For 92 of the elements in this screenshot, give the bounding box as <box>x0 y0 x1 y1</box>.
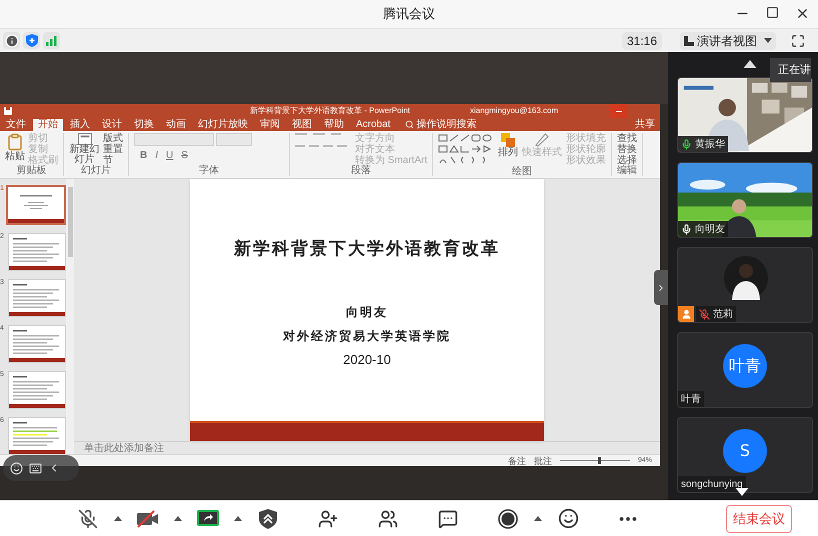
font-name-field[interactable] <box>134 133 214 146</box>
pen-icon <box>535 133 550 147</box>
share-screen-icon[interactable] <box>197 510 219 528</box>
save-icon[interactable] <box>4 107 12 115</box>
format-toggle[interactable]: S <box>181 150 188 161</box>
ribbon-tab[interactable]: 幻灯片放映 <box>193 118 253 130</box>
ribbon-tab[interactable]: 视图 <box>287 118 317 130</box>
tell-me-field[interactable]: 操作说明搜索 <box>416 118 476 130</box>
camera-off-icon[interactable] <box>136 510 160 528</box>
avatar: 叶青 <box>723 344 767 388</box>
ribbon-tab[interactable]: 动画 <box>161 118 191 130</box>
ribbon-command[interactable]: 替换 <box>617 144 638 155</box>
participant-name: 叶青 <box>681 392 701 406</box>
meeting-timer: 31:16 <box>622 32 662 50</box>
ribbon-tab[interactable]: 审阅 <box>255 118 285 130</box>
share-button[interactable]: 共享 <box>635 118 655 130</box>
end-meeting-button[interactable]: 结束会议 <box>726 504 792 532</box>
list-options-icon <box>295 133 347 147</box>
scrollbar-thumb[interactable] <box>68 187 72 257</box>
ribbon-group-label: 段落 <box>350 166 372 176</box>
close-button[interactable] <box>795 6 810 21</box>
participant-name: 范莉 <box>713 308 733 322</box>
document-title: 新学科背景下大学外语教育改革 - PowerPoint <box>250 106 410 116</box>
fullscreen-button[interactable] <box>791 34 805 48</box>
slide-author: 向明友 <box>346 304 388 320</box>
ribbon-group-label: 编辑 <box>617 166 638 176</box>
comments-button[interactable]: 批注 <box>534 456 552 466</box>
keyboard-icon[interactable] <box>29 462 42 474</box>
slider-thumb[interactable] <box>598 457 602 464</box>
view-dropdown[interactable]: 演讲者视图 <box>680 32 776 50</box>
ribbon-command[interactable]: 查找 <box>617 133 638 144</box>
caret-up-icon[interactable] <box>174 516 182 521</box>
slide-thumbnail[interactable] <box>8 417 66 454</box>
clipboard-icon <box>6 133 24 151</box>
account-email: xiangmingyou@163.com <box>470 106 558 116</box>
slide-title: 新学科背景下大学外语教育改革 <box>234 238 500 261</box>
mic-muted-icon[interactable] <box>78 508 98 528</box>
notes-placeholder[interactable]: 单击此处添加备注 <box>84 442 164 454</box>
caret-up-icon <box>743 60 757 68</box>
ribbon-tab[interactable]: 文件 <box>1 118 31 130</box>
format-toggle[interactable]: U <box>166 150 174 161</box>
ribbon-group-label: 绘图 <box>511 167 534 177</box>
ribbon-command[interactable]: 选择 <box>617 155 638 166</box>
smiley-icon[interactable] <box>558 508 578 529</box>
participant-name: 向明友 <box>695 222 725 236</box>
new-slide-button[interactable]: 新建幻灯片 <box>69 133 100 165</box>
ribbon-tab[interactable]: 插入 <box>65 118 95 130</box>
font-size-field[interactable] <box>216 133 252 146</box>
slide-thumbnail[interactable] <box>8 325 66 363</box>
ribbon-command[interactable]: 重置 <box>103 144 123 155</box>
participant-name: songchunying <box>681 478 743 492</box>
window-title: 腾讯会议 <box>383 5 435 24</box>
slide-thumbnail[interactable] <box>6 185 66 225</box>
layout-icon <box>684 36 694 46</box>
security-button[interactable] <box>23 32 40 49</box>
slide-thumbnail[interactable] <box>8 279 66 317</box>
slide-affiliation: 对外经济贸易大学英语学院 <box>283 328 451 344</box>
ribbon-tab[interactable]: 切换 <box>129 118 159 130</box>
shield-icon[interactable] <box>259 508 277 528</box>
speaking-label: 正在讲 <box>778 62 811 78</box>
avatar: S <box>723 429 767 473</box>
caret-up-icon[interactable] <box>534 516 542 521</box>
format-toggle[interactable]: I <box>155 150 158 161</box>
notes-button[interactable]: 备注 <box>508 456 526 466</box>
slide-thumbnail[interactable] <box>8 371 66 409</box>
caret-down-icon <box>764 38 772 43</box>
info-button[interactable] <box>3 32 20 49</box>
slide-date: 2020-10 <box>343 350 391 368</box>
caret-down-icon <box>735 488 749 496</box>
ribbon-group-label: 幻灯片 <box>80 166 112 176</box>
caret-up-icon[interactable] <box>234 516 242 521</box>
participant-name: 黄振华 <box>695 138 725 152</box>
ribbon-tab[interactable]: 帮助 <box>319 118 349 130</box>
chat-icon[interactable] <box>438 508 458 528</box>
ribbon-tab[interactable]: 设计 <box>97 118 127 130</box>
ribbon-group-label: 字体 <box>198 166 220 176</box>
ribbon-tab[interactable]: Acrobat <box>351 118 396 130</box>
ribbon-tab[interactable]: 开始 <box>33 118 63 130</box>
slide-thumbnail[interactable] <box>8 233 66 271</box>
caret-up-icon[interactable] <box>114 516 122 521</box>
record-icon[interactable] <box>498 508 518 528</box>
users-icon[interactable] <box>378 508 398 528</box>
add-user-icon[interactable] <box>318 508 338 528</box>
format-toggle[interactable]: B <box>140 150 148 161</box>
side-panel-handle[interactable] <box>654 270 668 305</box>
maximize-button[interactable] <box>766 6 779 19</box>
ribbon-command[interactable]: 版式 <box>103 133 123 144</box>
ribbon-group-label: 剪贴板 <box>16 166 48 176</box>
arrange-icon <box>501 133 516 147</box>
arrange-button[interactable]: 排列 <box>498 133 518 158</box>
paste-button[interactable]: 粘贴 <box>5 133 25 162</box>
ribbon-command[interactable]: 节 <box>103 155 123 166</box>
